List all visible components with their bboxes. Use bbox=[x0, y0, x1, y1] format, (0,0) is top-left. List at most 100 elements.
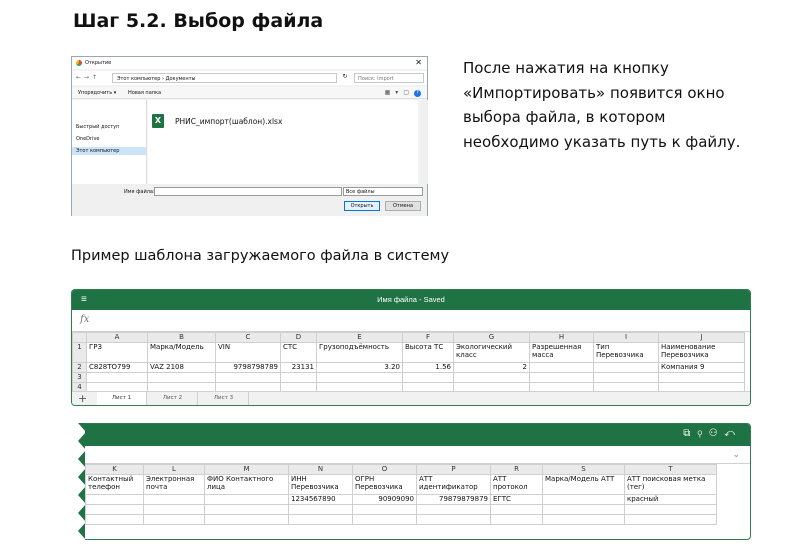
row-number[interactable]: 3 bbox=[72, 372, 87, 383]
cell[interactable]: ГРЗ bbox=[86, 342, 148, 363]
cell[interactable] bbox=[416, 504, 491, 515]
cell[interactable] bbox=[542, 504, 625, 515]
cell[interactable]: Разрешенная масса bbox=[529, 342, 594, 363]
hamburger-icon[interactable]: ≡ bbox=[81, 290, 87, 310]
cell[interactable]: Тип Перевозчика bbox=[593, 342, 659, 363]
cell[interactable]: С828ТО799 bbox=[86, 362, 148, 373]
cell[interactable] bbox=[85, 494, 144, 505]
cell[interactable] bbox=[316, 372, 403, 383]
cell[interactable] bbox=[624, 514, 717, 525]
close-icon[interactable]: ✕ bbox=[415, 58, 422, 67]
cell[interactable] bbox=[402, 372, 454, 383]
toolbar-icons[interactable]: ⧉⚲⚇↶ bbox=[683, 428, 742, 439]
column-header[interactable]: T bbox=[624, 464, 717, 475]
column-header[interactable]: O bbox=[352, 464, 417, 475]
cell[interactable]: 2 bbox=[453, 362, 530, 373]
row-number[interactable]: 1 bbox=[72, 342, 87, 363]
cell[interactable]: Электронная почта bbox=[143, 474, 205, 495]
path-box[interactable]: Этот компьютер › Документы bbox=[112, 73, 337, 83]
column-header[interactable]: R bbox=[490, 464, 543, 475]
new-folder-button[interactable]: Новая папка bbox=[128, 90, 161, 96]
cell[interactable]: Марка/Модель АТТ bbox=[542, 474, 625, 495]
cell[interactable]: АТТ поисковая метка (тег) bbox=[624, 474, 717, 495]
column-header[interactable]: A bbox=[86, 332, 148, 343]
column-header[interactable]: L bbox=[143, 464, 205, 475]
column-header[interactable]: C bbox=[215, 332, 281, 343]
cell[interactable] bbox=[288, 504, 353, 515]
column-header[interactable]: I bbox=[593, 332, 659, 343]
search-input[interactable]: Поиск: Import bbox=[354, 73, 424, 83]
cell[interactable]: ИНН Перевозчика bbox=[288, 474, 353, 495]
row-number[interactable]: 2 bbox=[72, 362, 87, 373]
cell[interactable]: АТТ протокол bbox=[490, 474, 543, 495]
cell[interactable] bbox=[147, 372, 216, 383]
cell[interactable] bbox=[280, 372, 317, 383]
cell[interactable] bbox=[542, 514, 625, 525]
cell[interactable]: 9798798789 bbox=[215, 362, 281, 373]
cell[interactable]: 90909090 bbox=[352, 494, 417, 505]
sidebar-item-this-pc[interactable]: Этот компьютер bbox=[72, 147, 146, 155]
cell[interactable]: 79879879879 bbox=[416, 494, 491, 505]
formula-bar-2[interactable]: ⌄ bbox=[85, 446, 750, 464]
column-header[interactable]: G bbox=[453, 332, 530, 343]
cell[interactable]: VIN bbox=[215, 342, 281, 363]
cell[interactable] bbox=[204, 504, 289, 515]
cell[interactable] bbox=[85, 514, 144, 525]
cell[interactable]: 1.56 bbox=[402, 362, 454, 373]
cell[interactable]: красный bbox=[624, 494, 717, 505]
cell[interactable]: Грузоподъёмность bbox=[316, 342, 403, 363]
cell[interactable]: Марка/Модель bbox=[147, 342, 216, 363]
file-item[interactable]: РНИС_импорт(шаблон).xlsx bbox=[175, 117, 282, 126]
refresh-icon[interactable]: ↻ bbox=[340, 73, 350, 83]
organize-button[interactable]: Упорядочить ▾ bbox=[78, 90, 116, 96]
cancel-button[interactable]: Отмена bbox=[385, 201, 421, 211]
column-header[interactable]: E bbox=[316, 332, 403, 343]
cell[interactable] bbox=[143, 494, 205, 505]
cell[interactable] bbox=[215, 372, 281, 383]
cell[interactable]: VAZ 2108 bbox=[147, 362, 216, 373]
cell[interactable]: ЕГТС bbox=[490, 494, 543, 505]
scrollbar[interactable] bbox=[420, 100, 428, 184]
cell[interactable] bbox=[288, 514, 353, 525]
cell[interactable]: ФИО Контактного лица bbox=[204, 474, 289, 495]
cell[interactable] bbox=[204, 514, 289, 525]
column-header[interactable]: H bbox=[529, 332, 594, 343]
cell[interactable]: 23131 bbox=[280, 362, 317, 373]
column-header[interactable]: B bbox=[147, 332, 216, 343]
cell[interactable]: АТТ идентификатор bbox=[416, 474, 491, 495]
tab-sheet-2[interactable]: Лист 2 bbox=[148, 392, 198, 405]
help-icon[interactable]: ? bbox=[414, 90, 421, 97]
cell[interactable] bbox=[490, 514, 543, 525]
cell[interactable]: Экологический класс bbox=[453, 342, 530, 363]
cell[interactable] bbox=[624, 504, 717, 515]
cell[interactable] bbox=[416, 514, 491, 525]
column-header[interactable]: S bbox=[542, 464, 625, 475]
view-icons[interactable]: ▦▾▢? bbox=[385, 89, 421, 97]
tab-sheet-1[interactable]: Лист 1 bbox=[97, 392, 147, 405]
chevron-down-icon[interactable]: ⌄ bbox=[732, 449, 740, 460]
cell[interactable]: Контактный телефон bbox=[85, 474, 144, 495]
column-header[interactable]: J bbox=[658, 332, 745, 343]
cell[interactable] bbox=[542, 494, 625, 505]
column-header[interactable]: D bbox=[280, 332, 317, 343]
column-header[interactable]: P bbox=[416, 464, 491, 475]
cell[interactable] bbox=[490, 504, 543, 515]
cell[interactable]: 1234567890 bbox=[288, 494, 353, 505]
corner-cell[interactable] bbox=[72, 332, 87, 343]
cell[interactable]: Наименование Перевозчика bbox=[658, 342, 745, 363]
filename-input[interactable] bbox=[154, 187, 342, 196]
open-button[interactable]: Открыть bbox=[344, 201, 380, 211]
cell[interactable] bbox=[204, 494, 289, 505]
cell[interactable] bbox=[143, 504, 205, 515]
sidebar-item-quick-access[interactable]: Быстрый доступ bbox=[76, 124, 119, 130]
cell[interactable] bbox=[593, 372, 659, 383]
cell[interactable] bbox=[529, 372, 594, 383]
tab-sheet-3[interactable]: Лист 3 bbox=[199, 392, 249, 405]
sidebar-item-onedrive[interactable]: OneDrive bbox=[76, 136, 100, 142]
cell[interactable]: 3.20 bbox=[316, 362, 403, 373]
cell[interactable] bbox=[352, 504, 417, 515]
column-header[interactable]: F bbox=[402, 332, 454, 343]
cell[interactable] bbox=[143, 514, 205, 525]
cell[interactable] bbox=[658, 372, 745, 383]
cell[interactable]: Высота ТС bbox=[402, 342, 454, 363]
